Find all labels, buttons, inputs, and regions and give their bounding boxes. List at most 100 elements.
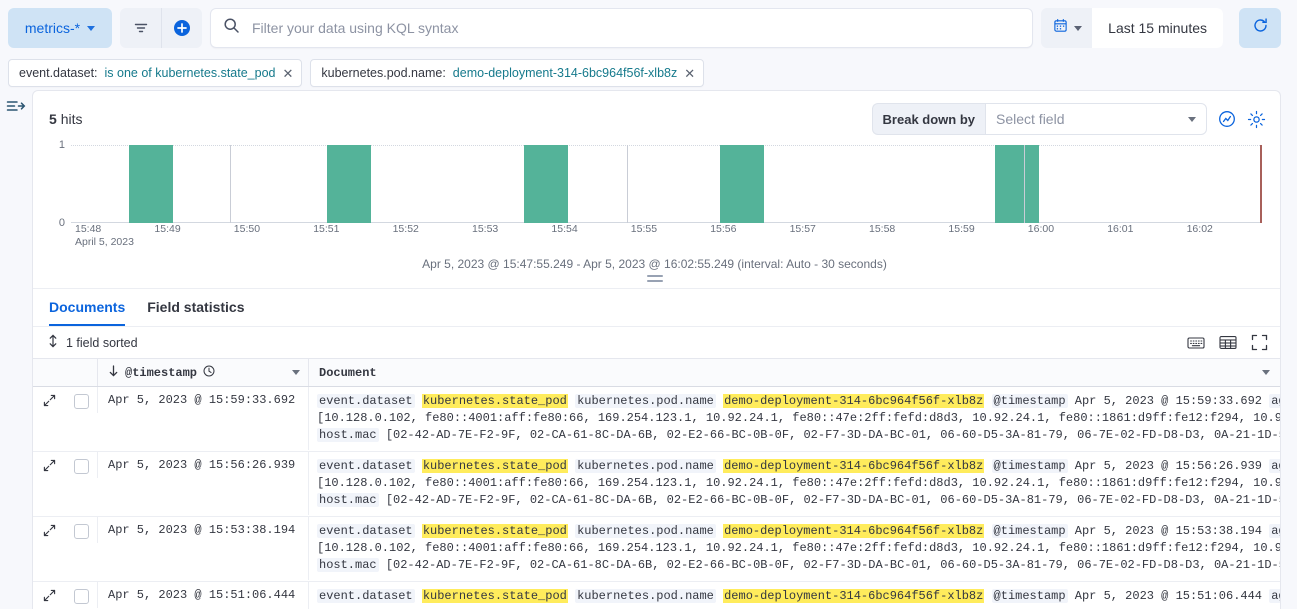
kql-search-bar[interactable] (210, 8, 1033, 48)
date-picker: Last 15 minutes (1041, 8, 1223, 48)
y-axis-tick: 0 (59, 217, 65, 229)
tab-documents[interactable]: Documents (49, 289, 125, 326)
filter-pill[interactable]: kubernetes.pod.name: demo-deployment-314… (310, 59, 704, 87)
sort-fields-button[interactable]: 1 field sorted (47, 334, 138, 351)
field-value: [02-42-AD-7E-F2-9F, 02-CA-61-8C-DA-6B, 0… (386, 428, 1280, 442)
sort-status-text: 1 field sorted (66, 336, 138, 350)
document-column-header[interactable]: Document (308, 359, 1280, 386)
keyboard-shortcuts-icon[interactable] (1187, 336, 1205, 350)
x-axis-tick-label: 15:49 (150, 223, 180, 235)
field-key: agent.e (1269, 394, 1280, 408)
field-value-highlighted: demo-deployment-314-6bc964f56f-xlb8z (723, 394, 984, 408)
data-view-picker[interactable]: metrics-* (8, 8, 112, 48)
row-select-checkbox[interactable] (74, 524, 89, 539)
close-icon[interactable]: ✕ (684, 67, 695, 80)
chevron-down-icon (87, 26, 95, 31)
grid-toolbar: 1 field sorted (33, 327, 1280, 358)
filter-pill[interactable]: event.dataset: is one of kubernetes.stat… (8, 59, 302, 87)
data-view-label: metrics-* (25, 20, 80, 36)
hits-count: 5 (49, 111, 57, 127)
x-axis-tick-label: 15:53 (468, 223, 498, 235)
expand-row-icon[interactable] (43, 394, 56, 412)
display-density-icon[interactable] (1219, 335, 1237, 350)
expand-sidebar-icon[interactable] (6, 98, 26, 609)
clock-icon (203, 365, 215, 381)
select-column-header (65, 359, 97, 386)
expand-row-icon[interactable] (43, 459, 56, 477)
documents-table: @timestamp Document Ap (33, 358, 1280, 609)
chevron-down-icon[interactable] (292, 370, 300, 375)
x-axis-tick-label: 15:51 (309, 223, 339, 235)
date-range-value[interactable]: Last 15 minutes (1092, 8, 1223, 48)
document-line: host.mac [02-42-AD-7E-F2-9F, 02-CA-61-8C… (317, 557, 1280, 574)
sort-icon (47, 334, 59, 351)
row-select-checkbox[interactable] (74, 394, 89, 409)
expand-row-icon[interactable] (43, 589, 56, 607)
document-column-label: Document (319, 366, 377, 380)
field-key: host.mac (317, 493, 379, 507)
field-value: Apr 5, 2023 @ 15:59:33.692 (1075, 394, 1262, 408)
gear-icon[interactable] (1247, 110, 1266, 129)
x-axis-tick-label: 15:52 (389, 223, 419, 235)
field-key: host.mac (317, 428, 379, 442)
table-row[interactable]: Apr 5, 2023 @ 15:51:06.444event.dataset … (33, 582, 1280, 609)
fullscreen-icon[interactable] (1251, 334, 1268, 351)
field-key: @timestamp (992, 394, 1068, 408)
expand-row-icon[interactable] (43, 524, 56, 542)
filter-field: event.dataset: (19, 66, 98, 80)
now-marker (1260, 145, 1262, 223)
field-key: event.dataset (317, 459, 415, 473)
y-axis-tick: 1 (59, 139, 65, 151)
table-row[interactable]: Apr 5, 2023 @ 15:59:33.692event.dataset … (33, 387, 1280, 452)
histogram-bar[interactable] (129, 145, 173, 223)
filter-icon[interactable] (120, 8, 161, 48)
edit-visualization-icon[interactable] (1217, 109, 1237, 129)
histogram-bar[interactable] (720, 145, 764, 223)
field-key: @timestamp (992, 524, 1068, 538)
field-key: kubernetes.pod.name (575, 459, 716, 473)
row-select-checkbox[interactable] (74, 459, 89, 474)
row-select-checkbox[interactable] (74, 589, 89, 604)
field-value-highlighted: demo-deployment-314-6bc964f56f-xlb8z (723, 589, 984, 603)
plus-circle-icon[interactable] (161, 8, 202, 48)
field-key: host.mac (317, 558, 379, 572)
x-axis-ticks: 15:48April 5, 202315:4915:5015:5115:5215… (71, 223, 1262, 251)
x-axis-tick-label: 15:54 (547, 223, 577, 235)
chevron-down-icon[interactable] (1262, 370, 1270, 375)
histogram-bar[interactable] (995, 145, 1039, 223)
sort-desc-icon (108, 365, 119, 381)
row-timestamp: Apr 5, 2023 @ 15:53:38.194 (97, 517, 308, 543)
breakdown-field-select[interactable]: Select field (985, 103, 1207, 135)
row-document: event.dataset kubernetes.state_pod kuber… (308, 582, 1280, 609)
document-line: [10.128.0.102, fe80::4001:aff:fe80:66, 1… (317, 540, 1280, 557)
row-timestamp: Apr 5, 2023 @ 15:59:33.692 (97, 387, 308, 413)
date-quick-menu-button[interactable] (1041, 8, 1092, 48)
histogram-bar[interactable] (524, 145, 568, 223)
refresh-icon (1252, 17, 1269, 39)
search-input[interactable] (250, 19, 1020, 37)
table-row[interactable]: Apr 5, 2023 @ 15:56:26.939event.dataset … (33, 452, 1280, 517)
histogram-bar[interactable] (327, 145, 371, 223)
gridline (71, 145, 1262, 146)
refresh-button[interactable] (1239, 8, 1281, 48)
table-row[interactable]: Apr 5, 2023 @ 15:53:38.194 event.dataset … (33, 517, 1280, 582)
field-key: event.dataset (317, 394, 415, 408)
tab-field-statistics[interactable]: Field statistics (147, 289, 244, 326)
document-line: [10.128.0.102, fe80::4001:aff:fe80:66, 1… (317, 410, 1280, 427)
timestamp-column-header[interactable]: @timestamp (97, 359, 308, 386)
content-tabs: Documents Field statistics (33, 288, 1280, 327)
table-header-row: @timestamp Document (33, 358, 1280, 387)
document-line: host.mac [02-42-AD-7E-F2-9F, 02-CA-61-8C… (317, 427, 1280, 444)
query-actions-group (120, 8, 202, 48)
field-value: Apr 5, 2023 @ 15:51:06.444 (1075, 589, 1262, 603)
document-line: event.dataset kubernetes.state_pod kuber… (317, 523, 1280, 540)
time-range-caption: Apr 5, 2023 @ 15:47:55.249 - Apr 5, 2023… (43, 251, 1266, 273)
timestamp-column-label: @timestamp (125, 366, 197, 380)
close-icon[interactable]: ✕ (283, 67, 294, 80)
histogram-chart[interactable]: 1 0 15:48April 5, 202315:4915:5015:5115:… (33, 141, 1280, 288)
breakdown-selected-value: Select field (996, 111, 1064, 127)
x-axis-tick-label: 15:57 (786, 223, 816, 235)
resize-handle[interactable] (43, 273, 1266, 288)
document-line: [10.128.0.102, fe80::4001:aff:fe80:66, 1… (317, 475, 1280, 492)
field-key: kubernetes.pod.name (575, 589, 716, 603)
